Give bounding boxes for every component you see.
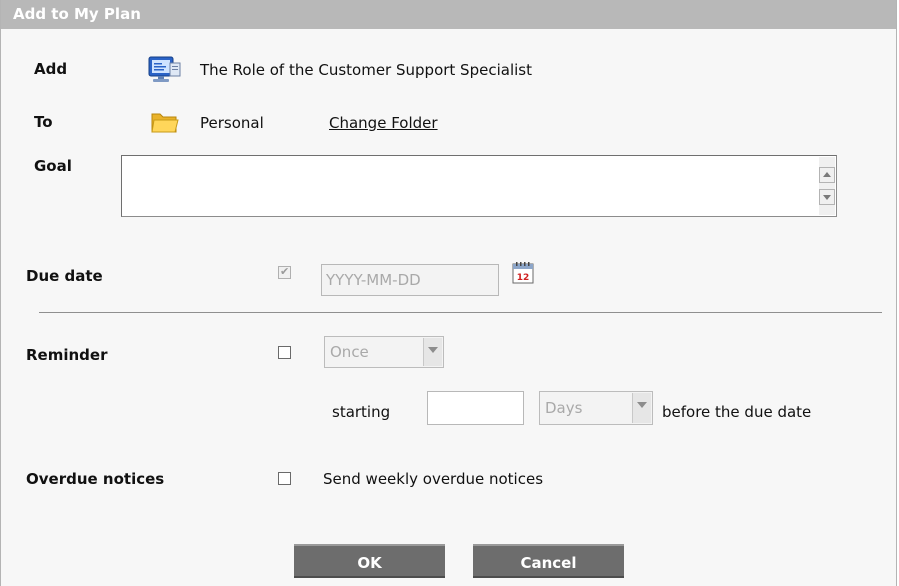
calendar-icon[interactable]: 12 (511, 260, 537, 286)
check-mark-icon: ✔ (280, 265, 290, 278)
starting-input[interactable] (427, 391, 524, 425)
folder-name: Personal (200, 114, 264, 132)
dialog-title: Add to My Plan (1, 0, 896, 29)
reminder-frequency-value: Once (330, 343, 369, 361)
reminder-unit-select[interactable]: Days (539, 391, 653, 425)
section-divider (39, 312, 882, 313)
change-folder-link[interactable]: Change Folder (329, 114, 438, 132)
chevron-down-icon (428, 347, 438, 353)
scroll-down-button[interactable] (819, 189, 835, 205)
goal-scrollbar[interactable] (819, 157, 835, 215)
goal-label: Goal (34, 157, 72, 175)
starting-label: starting (332, 403, 391, 421)
arrow-up-icon (823, 172, 831, 177)
arrow-down-icon (823, 195, 831, 200)
folder-icon (151, 113, 179, 133)
calendar-day: 12 (517, 273, 530, 283)
scroll-up-button[interactable] (819, 167, 835, 183)
overdue-notices-checkbox[interactable] (278, 472, 291, 485)
reminder-checkbox[interactable] (278, 346, 291, 359)
before-due-date-text: before the due date (662, 403, 812, 421)
add-label: Add (34, 60, 68, 78)
add-to-plan-dialog: Add to My Plan Add The Role of the Custo… (0, 0, 897, 586)
goal-textarea[interactable] (121, 155, 837, 217)
to-label: To (34, 113, 53, 131)
due-date-input[interactable]: YYYY-MM-DD (321, 264, 499, 296)
computer-icon (148, 56, 181, 82)
reminder-label: Reminder (26, 346, 108, 364)
overdue-notices-text: Send weekly overdue notices (323, 470, 544, 488)
reminder-frequency-select[interactable]: Once (324, 336, 444, 368)
chevron-down-icon (637, 402, 647, 408)
reminder-unit-value: Days (545, 399, 583, 417)
ok-button[interactable]: OK (294, 544, 445, 578)
course-title: The Role of the Customer Support Special… (200, 61, 532, 79)
due-date-checkbox[interactable]: ✔ (278, 265, 291, 279)
due-date-label: Due date (26, 267, 103, 285)
overdue-notices-label: Overdue notices (26, 470, 165, 488)
cancel-button[interactable]: Cancel (473, 544, 624, 578)
